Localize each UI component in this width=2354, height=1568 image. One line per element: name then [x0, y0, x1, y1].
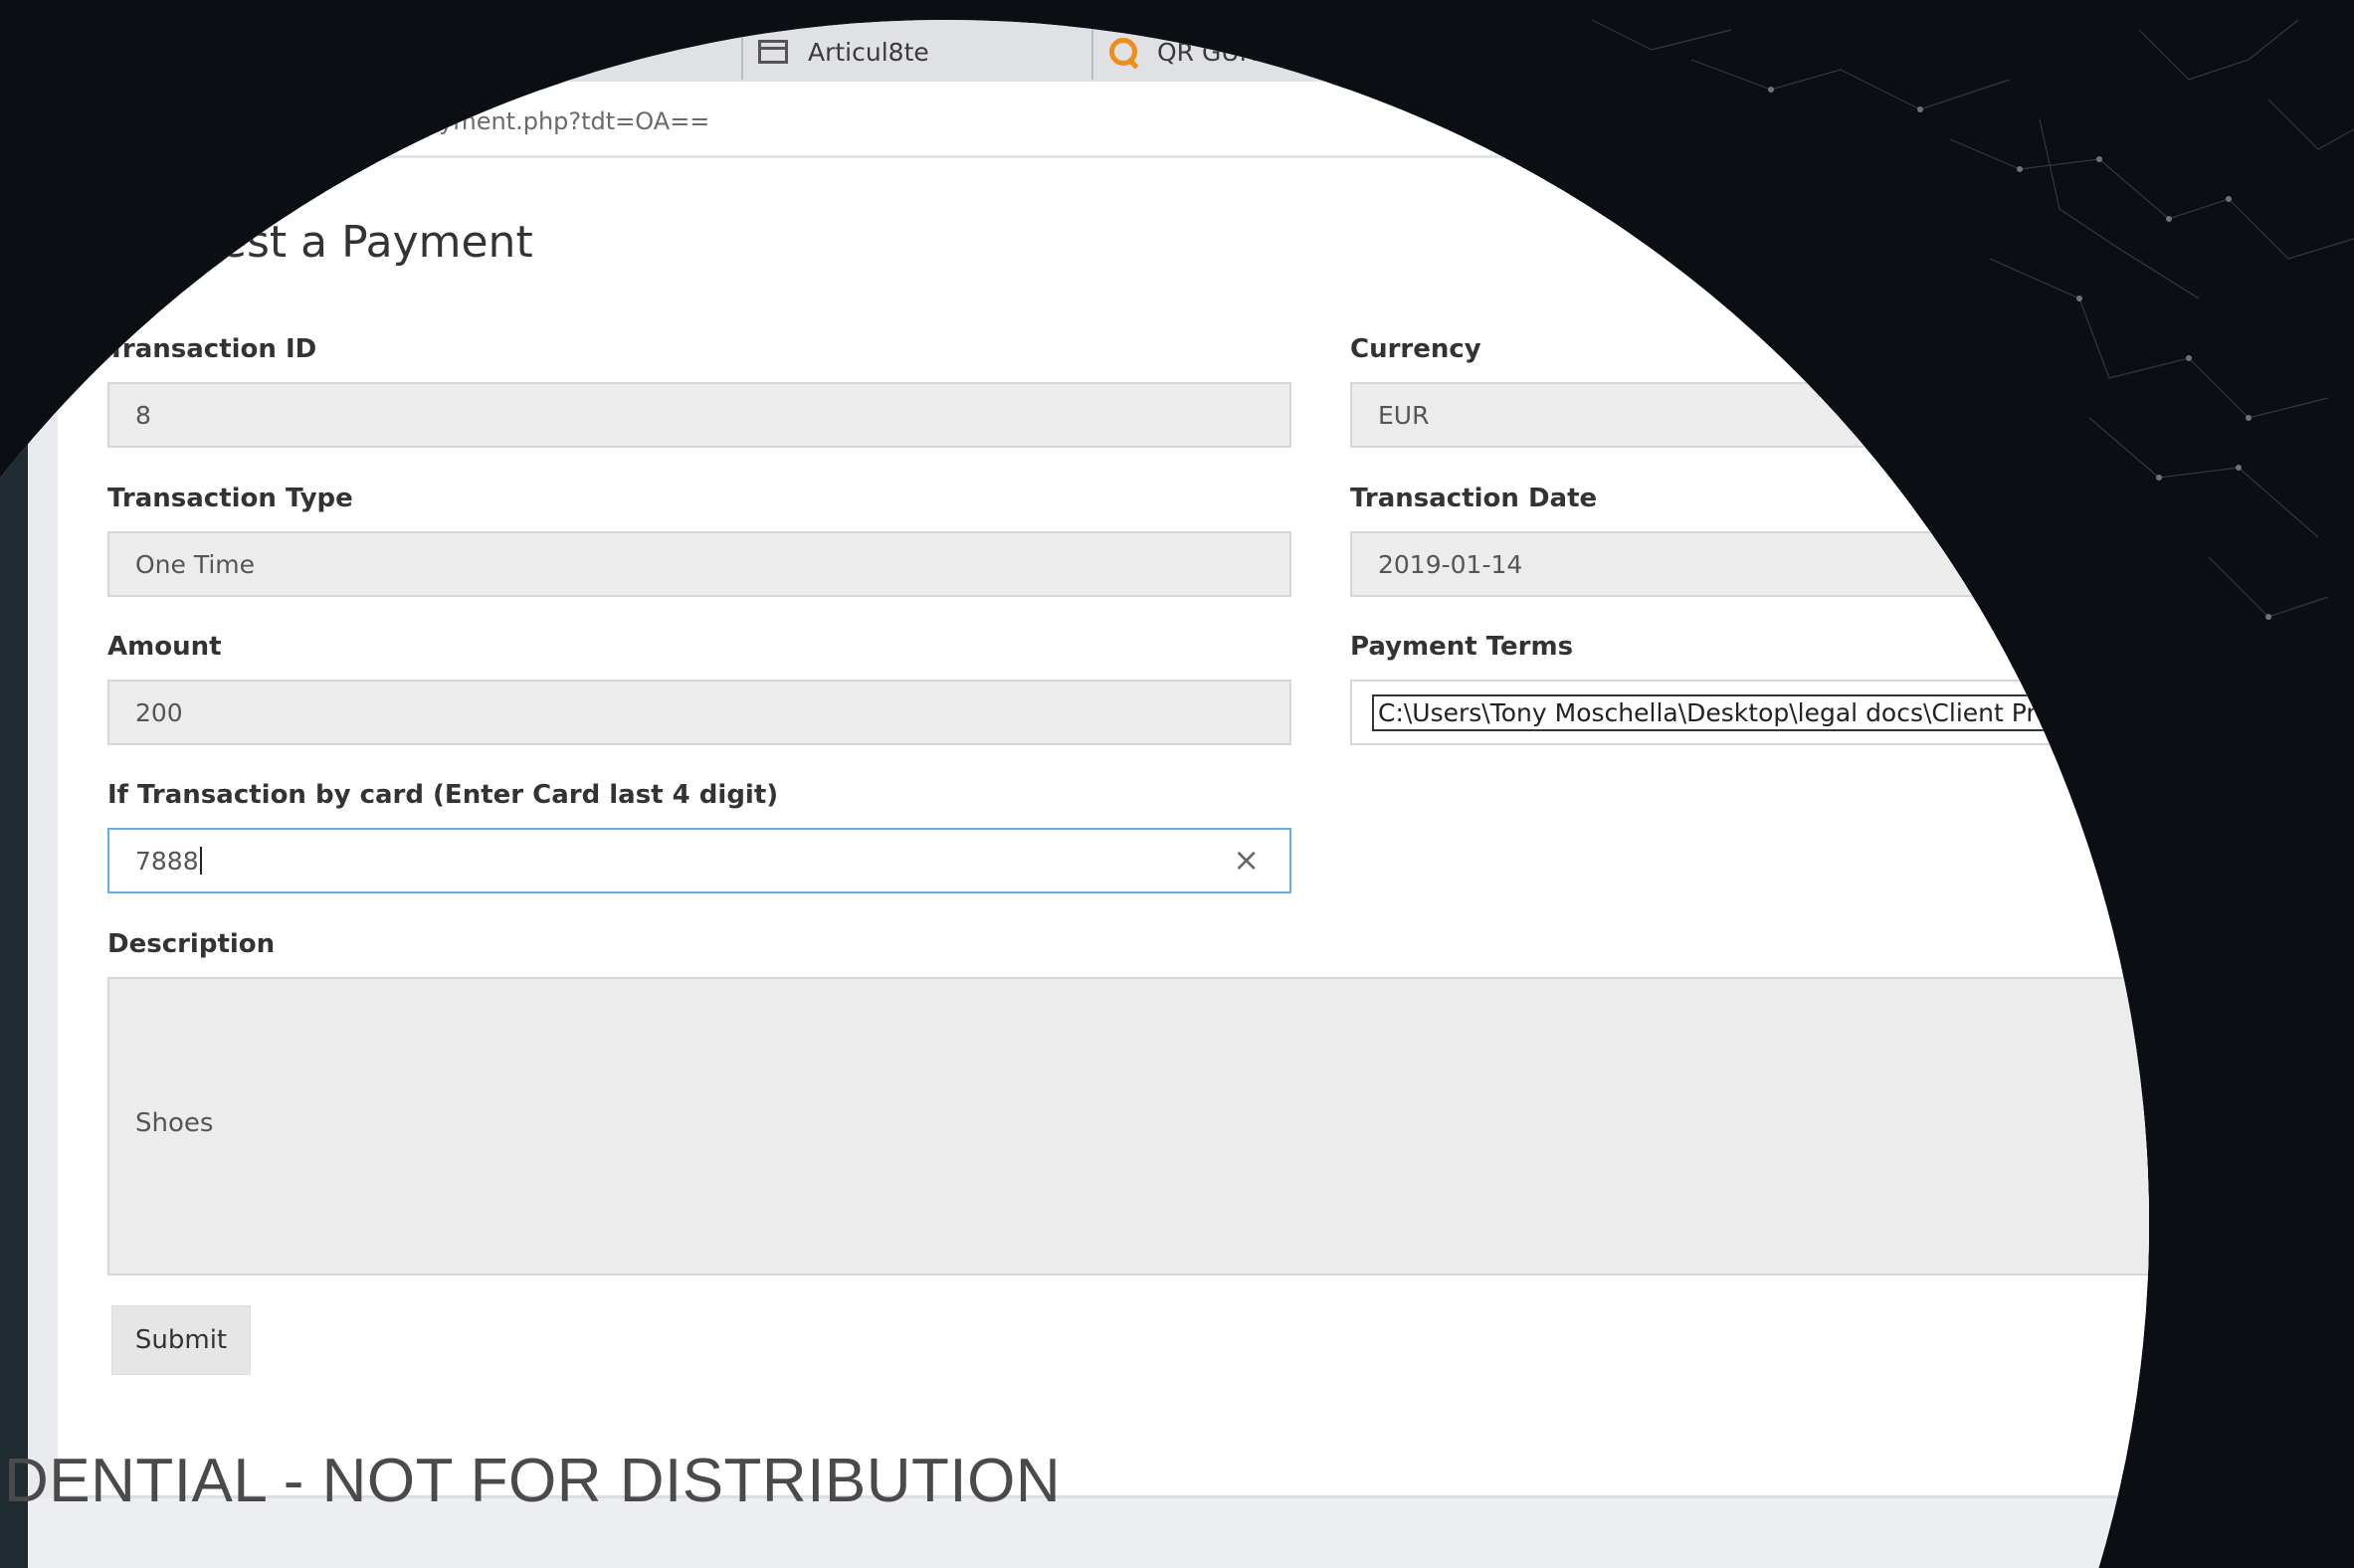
currency-label: Currency: [1350, 334, 1481, 364]
sidebar-gutter: [28, 298, 58, 1568]
tab-separator: [1091, 22, 1093, 80]
description-label: Description: [107, 929, 276, 959]
transaction-type-value: One Time: [135, 549, 256, 579]
transaction-id-value: 8: [135, 400, 151, 430]
transaction-type-label: Transaction Type: [107, 484, 353, 513]
transaction-date-label: Transaction Date: [1350, 484, 1598, 513]
window-icon: [758, 40, 788, 64]
description-value: Shoes: [135, 1108, 214, 1138]
transaction-id-field[interactable]: 8: [107, 382, 1291, 448]
tab-label: Articul8te: [808, 37, 929, 67]
card-last4-label: If Transaction by card (Enter Card last …: [107, 780, 779, 810]
card-last4-value: 7888: [135, 846, 199, 876]
confidential-watermark: DENTIAL - NOT FOR DISTRIBUTION: [4, 1447, 1062, 1515]
amount-label: Amount: [107, 632, 222, 662]
tab-articul8te[interactable]: Articul8te: [758, 22, 929, 82]
description-textarea[interactable]: Shoes: [107, 977, 2149, 1275]
transaction-id-label: Transaction ID: [107, 334, 317, 364]
transaction-date-value: 2019-01-14: [1378, 549, 1523, 579]
currency-value: EUR: [1378, 400, 1430, 430]
card-last4-input[interactable]: 7888 ×: [107, 828, 1291, 893]
qr-guru-logo-icon: [1109, 38, 1137, 66]
amount-field[interactable]: 200: [107, 680, 1291, 745]
clear-icon[interactable]: ×: [1233, 844, 1260, 876]
submit-button[interactable]: Submit: [111, 1305, 251, 1375]
transaction-type-field[interactable]: One Time: [107, 531, 1291, 597]
amount-value: 200: [135, 697, 183, 727]
text-caret: [199, 847, 202, 875]
payment-terms-label: Payment Terms: [1350, 632, 1574, 662]
sidebar-edge: [0, 298, 28, 1568]
